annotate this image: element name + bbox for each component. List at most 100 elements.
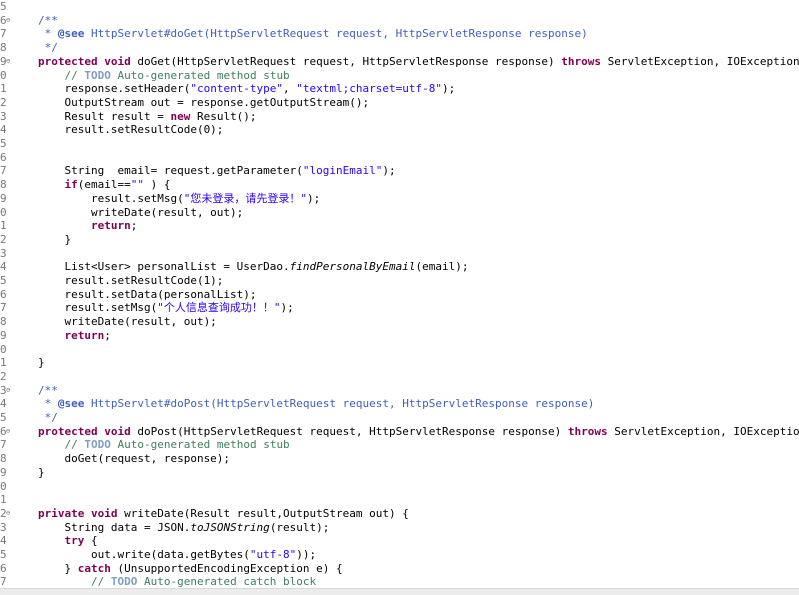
code-line[interactable]: 0 // TODO Auto-generated method stub (0, 69, 799, 82)
line-number: 3 (0, 520, 7, 534)
code-line[interactable]: 3 ⊖/** (0, 384, 799, 397)
code-line[interactable]: 0 (0, 480, 799, 493)
code-line[interactable]: 7 // TODO Auto-generated catch block (0, 575, 799, 588)
code-line[interactable]: 1 response.setHeader("content-type", "te… (0, 82, 799, 95)
line-number: 2 (0, 369, 7, 383)
fold-toggle-icon[interactable]: ⊖ (6, 57, 13, 65)
code-line[interactable]: 6 result.setData(personalList); (0, 288, 799, 301)
code-line[interactable]: 9 return; (0, 329, 799, 342)
code-line[interactable]: 5 (0, 0, 799, 13)
code-line[interactable]: 7 * @see HttpServlet#doGet(HttpServletRe… (0, 27, 799, 40)
code-text: // TODO Auto-generated catch block (90, 575, 317, 588)
line-number: 1 (0, 356, 7, 370)
code-line[interactable]: 3 (0, 247, 799, 260)
line-number: 4 (0, 123, 7, 137)
code-text: result.setMsg("您未登录，请先登录！"); (38, 191, 321, 205)
code-text: private void writeDate(Result result,Out… (38, 506, 409, 520)
code-text: String data = JSON.toJSONString(result); (38, 520, 330, 534)
code-line[interactable]: 0 writeDate(result, out); (0, 206, 799, 219)
line-number: 0 (0, 479, 7, 493)
line-number: 8 (0, 178, 7, 192)
line-number: 6 (0, 287, 7, 301)
code-line[interactable]: 5 result.setResultCode(1); (0, 274, 799, 287)
code-line[interactable]: 9 ⊖ protected void doGet(HttpServletReques… (0, 55, 799, 68)
code-text: * @see HttpServlet#doGet(HttpServletRequ… (38, 27, 588, 41)
code-text: result.setData(personalList); (38, 287, 257, 301)
code-line[interactable]: 6 } catch (UnsupportedEncodingException … (0, 562, 799, 575)
code-line[interactable]: 2 } (0, 233, 799, 246)
code-line[interactable]: 2 OutputStream out = response.getOutputS… (0, 96, 799, 109)
code-line[interactable]: 8 if(email=="" ) { (0, 178, 799, 191)
code-line[interactable]: 2 ⊖ private void writeDate(Result result,O… (0, 507, 799, 520)
line-number: 8 (0, 452, 7, 466)
code-line[interactable]: 0 (0, 343, 799, 356)
line-number: 8 (0, 315, 7, 329)
line-number: 9 (0, 328, 7, 342)
code-text: protected void doGet(HttpServletRequest … (38, 54, 799, 68)
line-number: 5 (0, 274, 7, 287)
code-line[interactable]: 7 // TODO Auto-generated method stub (0, 438, 799, 451)
code-text: return; (90, 219, 138, 233)
code-line[interactable]: 5 */ (0, 411, 799, 424)
line-number: 5 (0, 137, 7, 150)
code-line[interactable]: 2 (0, 370, 799, 383)
line-number: 4 (0, 260, 7, 274)
code-line[interactable]: 5 (0, 137, 799, 150)
code-text: OutputStream out = response.getOutputStr… (38, 95, 370, 109)
code-line[interactable]: 8 writeDate(result, out); (0, 315, 799, 328)
line-number: 1 (0, 82, 7, 96)
code-text: doGet(request, response); (38, 452, 231, 466)
line-number: 4 (0, 397, 7, 411)
fold-toggle-icon[interactable]: ⊖ (6, 386, 13, 394)
code-line[interactable]: 6 ⊖ protected void doPost(HttpServletReque… (0, 425, 799, 438)
code-text: */ (38, 41, 58, 55)
code-line[interactable]: 4 try { (0, 534, 799, 547)
code-line[interactable]: 4 * @see HttpServlet#doPost(HttpServletR… (0, 397, 799, 410)
code-line[interactable]: 1 return; (0, 219, 799, 232)
code-line[interactable]: 3 Result result = new Result(); (0, 110, 799, 123)
code-line[interactable]: 8 doGet(request, response); (0, 452, 799, 465)
code-line[interactable]: 7 result.setMsg("个人信息查询成功！！"); (0, 301, 799, 314)
code-line[interactable]: 4 List<User> personalList = UserDao.find… (0, 260, 799, 273)
line-number: 7 (0, 575, 7, 588)
line-number: 3 (0, 246, 7, 260)
code-line[interactable]: 7 String email= request.getParameter("lo… (0, 164, 799, 177)
code-text: /** (38, 383, 58, 397)
code-text: protected void doPost(HttpServletRequest… (38, 424, 799, 438)
code-line[interactable]: 9} (0, 466, 799, 479)
code-text: } (38, 465, 45, 479)
code-line[interactable]: 9 result.setMsg("您未登录，请先登录！"); (0, 192, 799, 205)
code-line[interactable]: 3 String data = JSON.toJSONString(result… (0, 521, 799, 534)
code-line[interactable]: 1 (0, 493, 799, 506)
code-text: List<User> personalList = UserDao.findPe… (38, 260, 469, 274)
line-number: 3 (0, 109, 7, 123)
code-line[interactable]: 6 ⊖/** (0, 14, 799, 27)
code-text: */ (38, 411, 58, 424)
line-number: 1 (0, 493, 7, 507)
fold-toggle-icon[interactable]: ⊖ (6, 427, 13, 435)
code-text: try { (64, 534, 98, 548)
line-number: 2 (0, 232, 7, 246)
fold-toggle-icon[interactable]: ⊖ (6, 509, 13, 517)
line-number: 5 (0, 0, 7, 13)
line-number: 6 (0, 150, 7, 164)
code-text: writeDate(result, out); (38, 315, 217, 329)
code-text: } (38, 232, 72, 246)
line-number: 9 (0, 465, 7, 479)
code-line[interactable]: 8 */ (0, 41, 799, 54)
code-text: } catch (UnsupportedEncodingException e)… (38, 561, 343, 575)
line-number: 5 (0, 411, 7, 424)
line-number: 1 (0, 219, 7, 233)
code-text: Result result = new Result(); (38, 109, 257, 123)
code-text: result.setResultCode(0); (38, 123, 224, 137)
code-text: return; (64, 328, 111, 342)
code-text: } (38, 356, 45, 370)
line-number: 5 (0, 548, 7, 561)
code-line[interactable]: 1} (0, 356, 799, 369)
fold-toggle-icon[interactable]: ⊖ (6, 16, 13, 24)
code-line[interactable]: 6 (0, 151, 799, 164)
code-line[interactable]: 4 result.setResultCode(0); (0, 123, 799, 136)
code-editor[interactable]: 5 6 ⊖/** 7 * @see HttpServlet#doGet(HttpSer… (0, 0, 799, 588)
code-text: // TODO Auto-generated method stub (64, 68, 290, 82)
code-line[interactable]: 5 out.write(data.getBytes("utf-8")); (0, 548, 799, 561)
